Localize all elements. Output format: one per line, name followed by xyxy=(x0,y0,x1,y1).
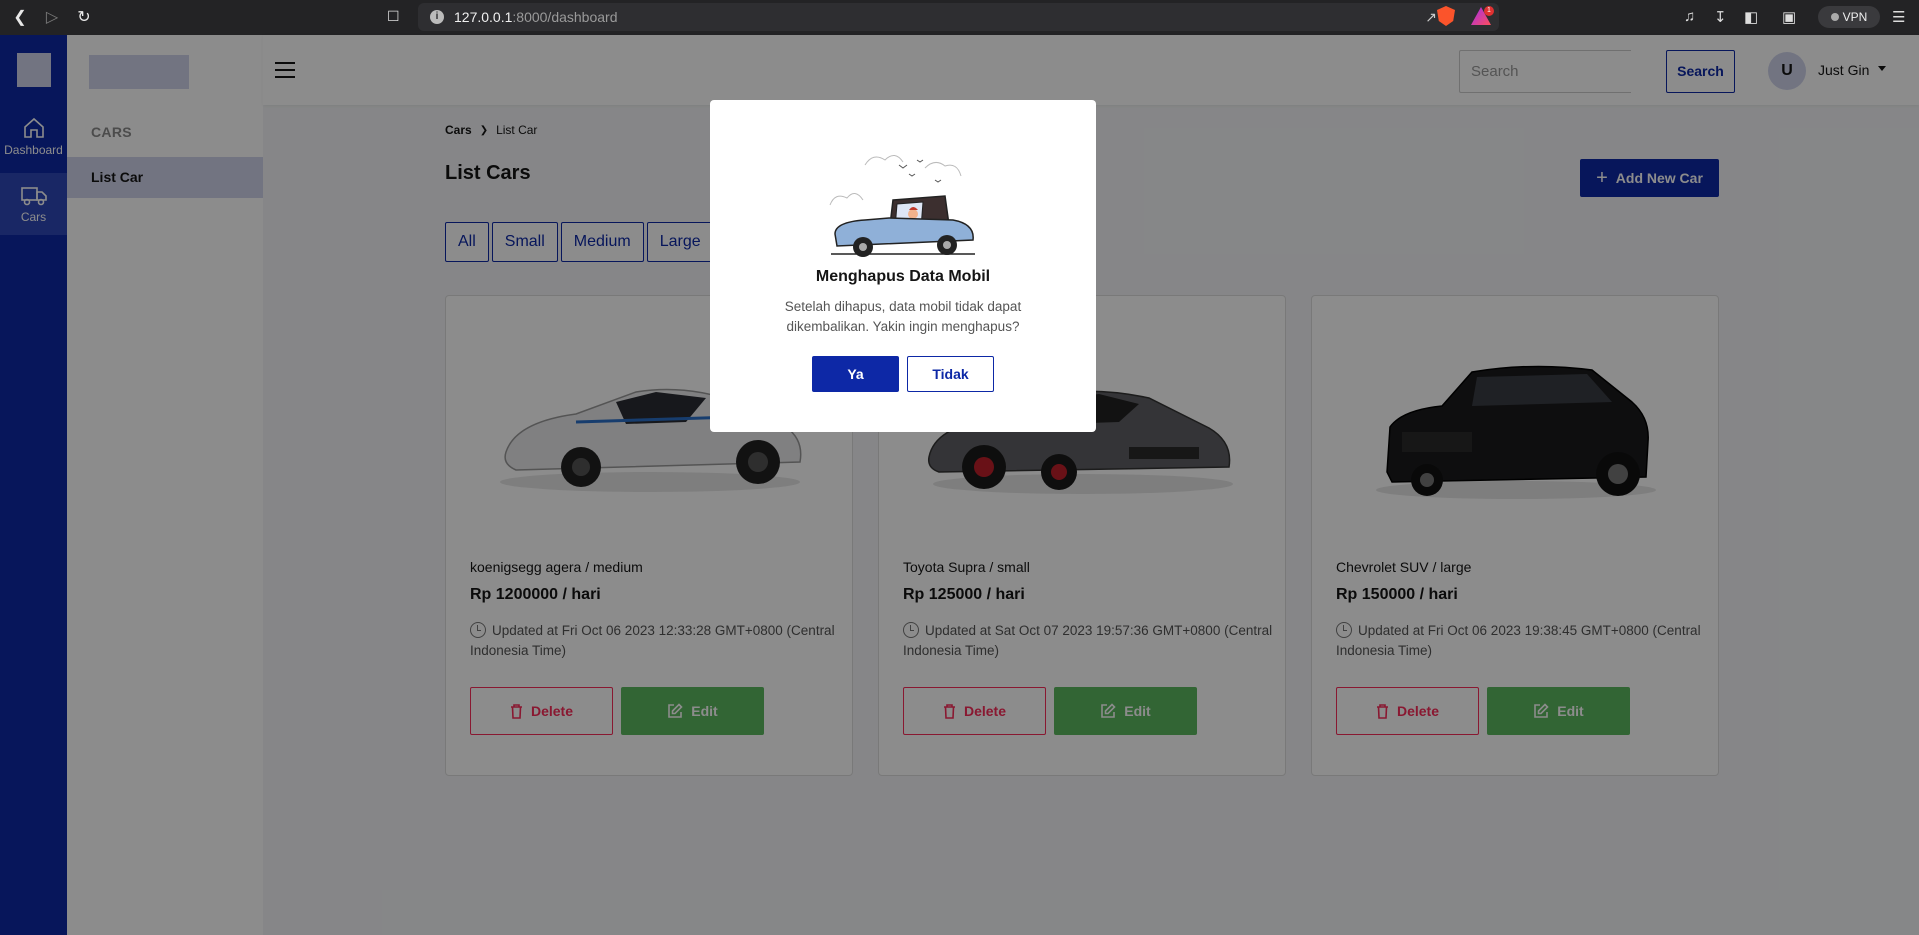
bookmark-icon[interactable]: ☐ xyxy=(387,8,400,25)
reload-icon[interactable]: ↻ xyxy=(74,7,94,27)
share-icon[interactable]: ↗ xyxy=(1425,9,1437,26)
url-host: 127.0.0.1 xyxy=(454,9,513,25)
forward-icon[interactable]: ▷ xyxy=(42,7,62,27)
menu-icon[interactable]: ☰ xyxy=(1892,8,1905,26)
car-illustration xyxy=(829,155,975,257)
url-path: :8000/dashboard xyxy=(512,9,618,25)
rewards-badge: 1 xyxy=(1484,6,1494,16)
confirm-delete-button[interactable]: Ya xyxy=(812,356,899,392)
delete-confirm-modal: Menghapus Data Mobil Setelah dihapus, da… xyxy=(710,100,1096,432)
modal-backdrop[interactable]: Menghapus Data Mobil Setelah dihapus, da… xyxy=(0,35,1919,935)
vpn-label: VPN xyxy=(1842,10,1868,24)
browser-toolbar: ❮ ▷ ↻ ☐ i 127.0.0.1 :8000/dashboard ↗ 1 … xyxy=(0,0,1919,35)
vpn-status-icon xyxy=(1830,13,1839,21)
modal-title: Menghapus Data Mobil xyxy=(815,268,991,285)
media-icon[interactable]: ♫ xyxy=(1684,8,1695,25)
cancel-delete-button[interactable]: Tidak xyxy=(907,356,994,392)
vpn-button[interactable]: VPN xyxy=(1818,6,1880,28)
sidebar-toggle-icon[interactable]: ◧ xyxy=(1744,8,1758,26)
download-icon[interactable]: ↧ xyxy=(1714,8,1727,26)
address-bar[interactable]: i 127.0.0.1 :8000/dashboard ↗ xyxy=(418,3,1499,31)
wallet-icon[interactable]: ▣ xyxy=(1782,8,1796,26)
back-icon[interactable]: ❮ xyxy=(10,7,30,27)
site-info-icon[interactable]: i xyxy=(430,10,444,24)
modal-text: Setelah dihapus, data mobil tidak dapat … xyxy=(784,299,1022,334)
